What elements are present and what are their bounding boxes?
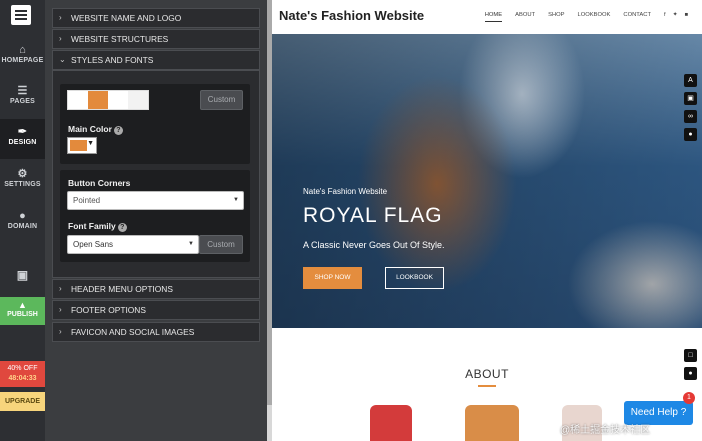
button-corners-label: Button Corners xyxy=(68,178,131,188)
globe-icon: ● xyxy=(19,210,26,222)
section-footer-options[interactable]: › FOOTER OPTIONS xyxy=(52,300,260,320)
font-family-select[interactable]: Open Sans ▼ xyxy=(67,235,199,254)
image-tool-icon[interactable]: ▣ xyxy=(684,92,697,105)
rail-item-design[interactable]: ✒ DESIGN xyxy=(0,119,45,159)
upgrade-button[interactable]: UPGRADE xyxy=(0,392,45,411)
site-header: Nate's Fashion Website HOME ABOUT SHOP L… xyxy=(272,0,702,34)
style-tool-icon[interactable]: ● xyxy=(684,128,697,141)
palette-custom-button[interactable]: Custom xyxy=(200,90,243,110)
home-icon: ⌂ xyxy=(19,44,26,56)
color-swatch xyxy=(70,140,87,151)
product-image[interactable] xyxy=(465,405,519,441)
monitor-icon: ▣ xyxy=(16,268,29,282)
text-tool-icon[interactable]: A xyxy=(684,74,697,87)
twitter-icon[interactable]: ✦ xyxy=(673,12,678,22)
publish-button[interactable]: ▲ PUBLISH xyxy=(0,297,45,325)
hero-banner: Nate's Fashion Website ROYAL FLAG A Clas… xyxy=(272,34,702,328)
rail-item-settings[interactable]: ⚙ SETTINGS xyxy=(0,161,45,201)
chevron-right-icon: › xyxy=(59,284,62,293)
rail-item-label: PAGES xyxy=(10,98,35,105)
chevron-right-icon: › xyxy=(59,305,62,314)
preview-desktop-button[interactable]: ▣ xyxy=(0,262,45,288)
gear-icon: ⚙ xyxy=(17,168,28,180)
caret-down-icon: ▼ xyxy=(87,140,94,147)
help-count-badge: 1 xyxy=(683,392,695,404)
button-corners-select[interactable]: Pointed ▼ xyxy=(67,191,244,210)
font-family-label: Font Family? xyxy=(68,221,127,232)
site-nav: HOME ABOUT SHOP LOOKBOOK CONTACT f ✦ ■ xyxy=(472,12,688,22)
nav-home[interactable]: HOME xyxy=(484,12,503,22)
main-color-text: Main Color xyxy=(68,124,112,134)
watermark: @稀土掘金技术社区 xyxy=(560,425,651,436)
megaphone-icon: ▲ xyxy=(18,300,27,310)
promo-banner[interactable]: 40% OFF 48:04:33 xyxy=(0,361,45,387)
rail-item-label: DOMAIN xyxy=(7,223,38,230)
left-nav-rail: ⌂ HOMEPAGE ☰ PAGES ✒ DESIGN ⚙ SETTINGS ●… xyxy=(0,0,45,441)
nav-contact[interactable]: CONTACT xyxy=(623,12,651,22)
section-header-menu-options[interactable]: › HEADER MENU OPTIONS xyxy=(52,279,260,299)
section-label: HEADER MENU OPTIONS xyxy=(71,284,173,294)
section-website-name-logo[interactable]: › WEBSITE NAME AND LOGO xyxy=(52,8,260,28)
section-label: FOOTER OPTIONS xyxy=(71,305,146,315)
section-favicon-social[interactable]: › FAVICON AND SOCIAL IMAGES xyxy=(52,322,260,342)
section-label: STYLES AND FONTS xyxy=(71,55,154,65)
chevron-right-icon: › xyxy=(59,327,62,336)
section-label: WEBSITE NAME AND LOGO xyxy=(71,13,182,23)
chevron-right-icon: › xyxy=(59,34,62,43)
hero-kicker: Nate's Fashion Website xyxy=(303,187,388,196)
hero-title: ROYAL FLAG xyxy=(303,204,443,227)
menu-icon[interactable] xyxy=(11,5,31,25)
section-styles-fonts[interactable]: ⌄ STYLES AND FONTS xyxy=(52,50,260,70)
product-image[interactable] xyxy=(370,405,412,441)
promo-label: 40% OFF xyxy=(7,365,38,372)
nav-about[interactable]: ABOUT xyxy=(515,12,535,22)
rail-item-pages[interactable]: ☰ PAGES xyxy=(0,78,45,118)
lookbook-button[interactable]: LOOKBOOK xyxy=(385,267,444,289)
select-value: Pointed xyxy=(73,196,101,205)
publish-label: PUBLISH xyxy=(7,311,38,318)
rail-item-label: DESIGN xyxy=(8,139,37,146)
font-custom-button[interactable]: Custom xyxy=(199,235,243,254)
brush-icon: ✒ xyxy=(17,126,28,138)
comment-tool-icon[interactable]: ● xyxy=(684,367,697,380)
section-website-structures[interactable]: › WEBSITE STRUCTURES xyxy=(52,29,260,49)
section-label: WEBSITE STRUCTURES xyxy=(71,34,169,44)
caret-down-icon: ▼ xyxy=(233,197,239,203)
help-icon[interactable]: ? xyxy=(117,223,127,232)
hero-subtitle: A Classic Never Goes Out Of Style. xyxy=(303,240,445,250)
main-color-label: Main Color? xyxy=(68,124,123,135)
nav-shop[interactable]: SHOP xyxy=(548,12,564,22)
cart-icon[interactable]: ■ xyxy=(684,12,688,22)
promo-timer: 48:04:33 xyxy=(8,375,37,382)
rail-item-domain[interactable]: ● DOMAIN xyxy=(0,203,45,243)
site-brand[interactable]: Nate's Fashion Website xyxy=(279,8,424,23)
chevron-down-icon: ⌄ xyxy=(59,55,66,64)
help-icon[interactable]: ? xyxy=(113,126,123,135)
about-divider xyxy=(478,385,496,387)
rail-item-label: HOMEPAGE xyxy=(1,57,44,64)
font-family-text: Font Family xyxy=(68,221,116,231)
caret-down-icon: ▼ xyxy=(188,241,194,247)
shop-now-button[interactable]: SHOP NOW xyxy=(303,267,362,289)
main-color-picker[interactable]: ▼ xyxy=(67,137,97,154)
section-label: FAVICON AND SOCIAL IMAGES xyxy=(71,327,195,337)
pages-icon: ☰ xyxy=(17,85,28,97)
link-tool-icon[interactable]: ∞ xyxy=(684,110,697,123)
website-preview: Nate's Fashion Website HOME ABOUT SHOP L… xyxy=(272,0,702,441)
page-tool-icon[interactable]: □ xyxy=(684,349,697,362)
rail-item-homepage[interactable]: ⌂ HOMEPAGE xyxy=(0,37,45,77)
palette-swatch[interactable] xyxy=(67,90,149,110)
chevron-right-icon: › xyxy=(59,13,62,22)
rail-item-label: SETTINGS xyxy=(4,181,41,188)
select-value: Open Sans xyxy=(73,240,114,249)
facebook-icon[interactable]: f xyxy=(664,12,666,22)
nav-lookbook[interactable]: LOOKBOOK xyxy=(578,12,611,22)
about-heading: ABOUT xyxy=(465,367,509,381)
